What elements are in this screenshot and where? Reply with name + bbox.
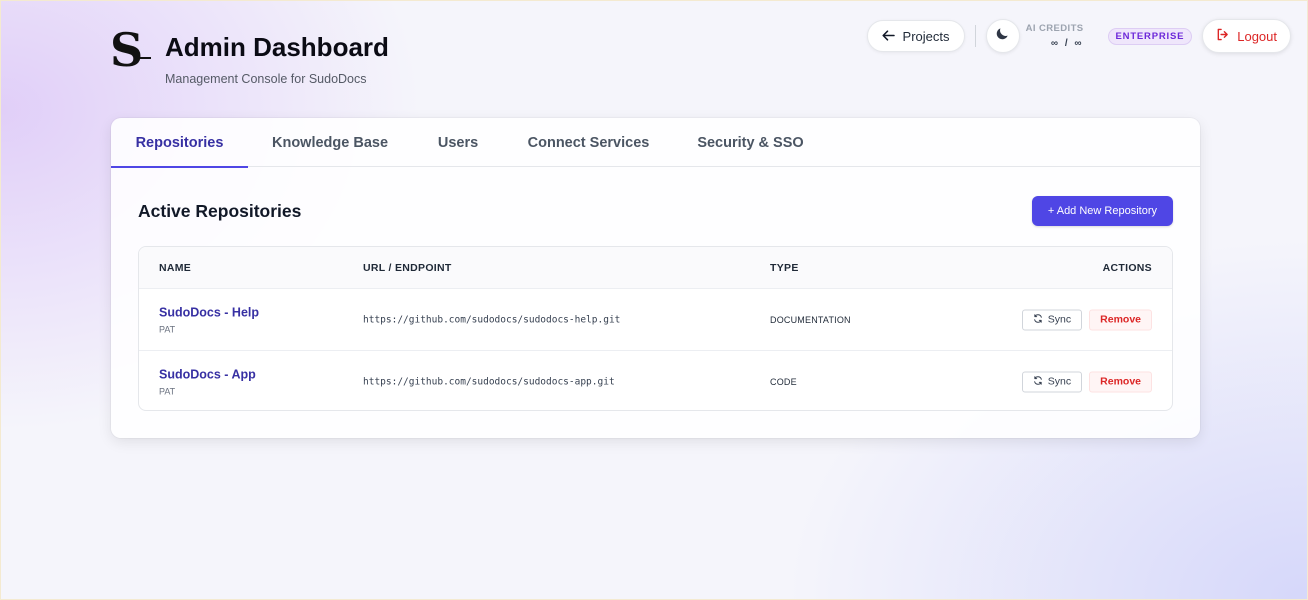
sync-label: Sync — [1047, 313, 1072, 326]
repo-auth-type: PAT — [159, 386, 176, 396]
moon-icon — [995, 26, 1010, 46]
plan-badge: ENTERPRISE — [1107, 27, 1193, 45]
table-row: SudoDocs - Help PAT https://github.com/s… — [139, 288, 1172, 350]
theme-toggle-button[interactable] — [985, 19, 1020, 53]
refresh-icon — [1033, 375, 1048, 388]
section-title: Active Repositories — [138, 200, 302, 221]
top-toolbar: Projects AI CREDITS ∞ / ∞ ENTERPRISE Log… — [866, 19, 1291, 53]
repo-actions: Sync Remove — [1021, 371, 1152, 392]
sync-label: Sync — [1047, 375, 1072, 388]
tab-knowledge-base[interactable]: Knowledge Base — [248, 118, 412, 167]
repo-name-cell: SudoDocs - App PAT — [159, 367, 256, 396]
tab-repositories[interactable]: Repositories — [111, 118, 248, 168]
column-actions: ACTIONS — [1102, 261, 1152, 274]
add-repository-button[interactable]: + Add New Repository — [1031, 196, 1173, 226]
table-row: SudoDocs - App PAT https://github.com/su… — [139, 350, 1172, 410]
remove-button[interactable]: Remove — [1089, 371, 1152, 392]
ai-credits: AI CREDITS ∞ / ∞ — [1026, 23, 1084, 49]
logout-label: Logout — [1237, 28, 1277, 44]
repo-auth-type: PAT — [159, 324, 176, 334]
repositories-table: NAME URL / ENDPOINT TYPE ACTIONS SudoDoc… — [138, 246, 1173, 411]
refresh-icon — [1033, 313, 1048, 326]
tab-security-sso[interactable]: Security & SSO — [673, 118, 828, 167]
sync-button[interactable]: Sync — [1021, 309, 1083, 330]
repo-name-cell: SudoDocs - Help PAT — [159, 305, 259, 334]
toolbar-divider — [974, 25, 976, 47]
sudodocs-logo-icon: S — [110, 27, 152, 79]
admin-card: Repositories Knowledge Base Users Connec… — [111, 118, 1200, 438]
credits-label: AI CREDITS — [1025, 23, 1084, 34]
credits-value: ∞ / ∞ — [1050, 38, 1084, 49]
table-header: NAME URL / ENDPOINT TYPE ACTIONS — [139, 247, 1172, 288]
sync-button[interactable]: Sync — [1021, 371, 1083, 392]
logout-button[interactable]: Logout — [1202, 19, 1291, 53]
tab-users[interactable]: Users — [412, 118, 504, 167]
repo-url: https://github.com/sudodocs/sudodocs-app… — [363, 376, 615, 387]
remove-button[interactable]: Remove — [1089, 309, 1152, 330]
column-url: URL / ENDPOINT — [363, 261, 452, 274]
page-title: Admin Dashboard — [165, 32, 389, 62]
projects-button[interactable]: Projects — [866, 20, 965, 52]
section-header: Active Repositories + Add New Repository — [138, 196, 1173, 226]
page-subtitle: Management Console for SudoDocs — [165, 72, 367, 86]
projects-label: Projects — [902, 28, 950, 44]
repo-url: https://github.com/sudodocs/sudodocs-hel… — [363, 314, 621, 325]
arrow-left-icon — [881, 29, 895, 43]
repo-name-link[interactable]: SudoDocs - App — [159, 367, 256, 381]
tab-bar: Repositories Knowledge Base Users Connec… — [111, 118, 1200, 168]
repo-actions: Sync Remove — [1021, 309, 1152, 330]
repo-type: DOCUMENTATION — [770, 314, 851, 325]
logout-icon — [1216, 28, 1237, 44]
column-type: TYPE — [770, 261, 799, 274]
brand: S Admin Dashboard Management Console for… — [110, 27, 389, 86]
repo-name-link[interactable]: SudoDocs - Help — [159, 305, 259, 319]
repo-type: CODE — [770, 376, 797, 387]
tab-connect-services[interactable]: Connect Services — [504, 118, 673, 167]
column-name: NAME — [159, 261, 192, 274]
